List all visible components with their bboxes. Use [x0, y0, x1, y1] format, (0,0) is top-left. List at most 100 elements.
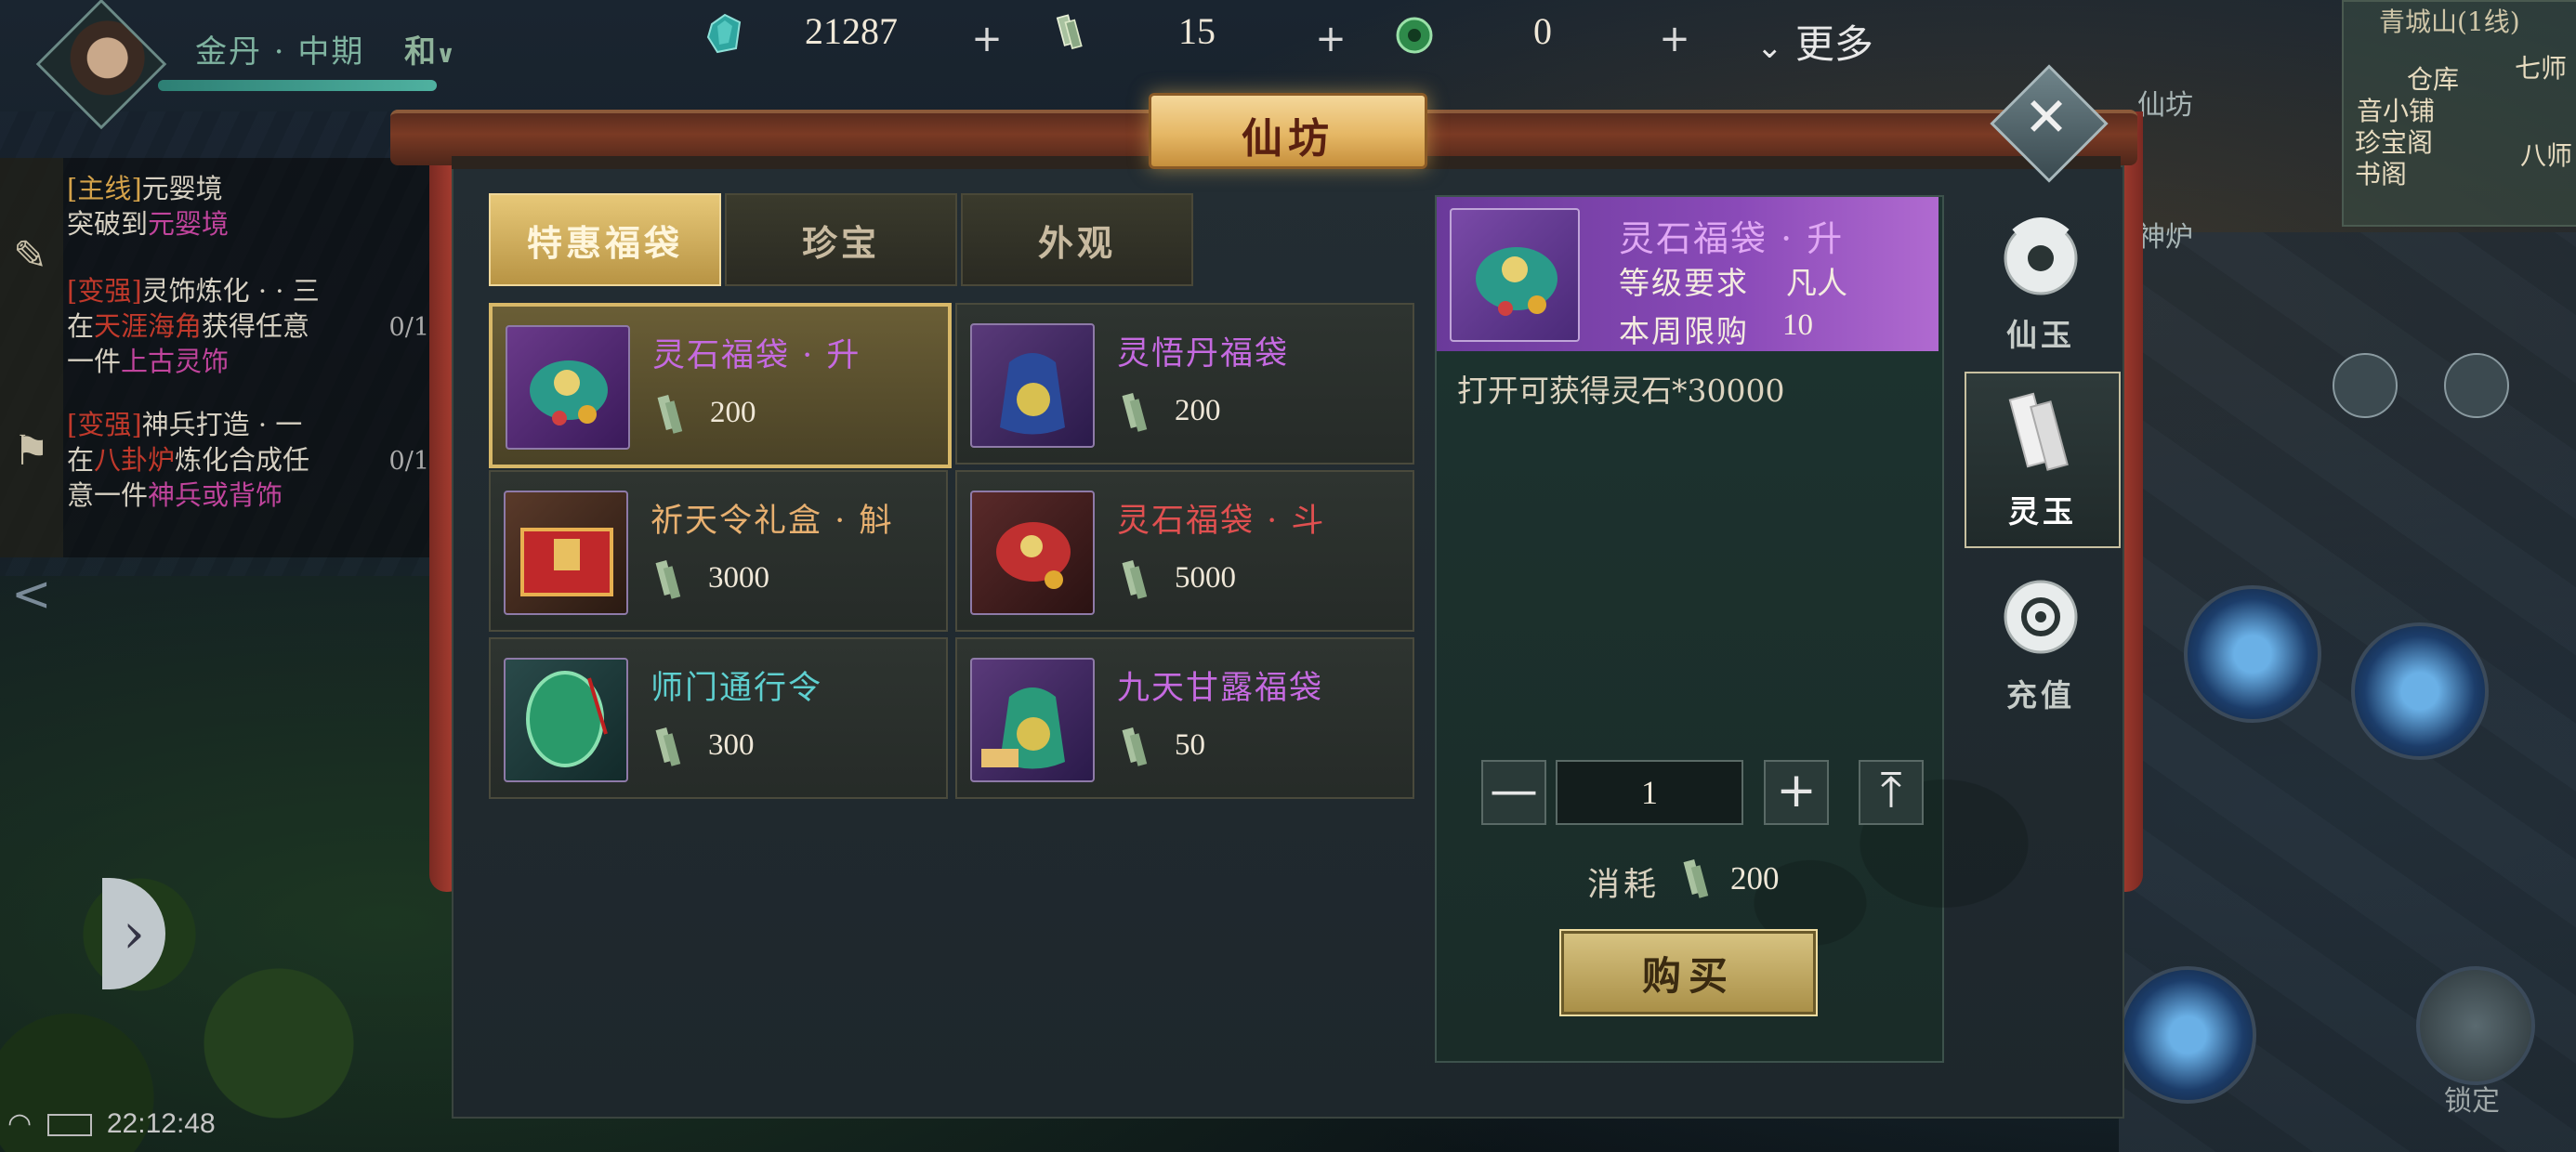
- category-label: 仙玉: [2006, 317, 2075, 353]
- quest-scroll-icon[interactable]: ✎: [13, 232, 47, 280]
- quest-tracker: ✎ ⚑ [主线]元婴境 突破到元婴境 [变强]灵饰炼化 · · 三 在天涯海角获…: [0, 158, 437, 557]
- clock-time: 22:12:48: [106, 1108, 216, 1139]
- skill-button-1[interactable]: [2184, 585, 2321, 723]
- item-price: 5000: [1175, 561, 1236, 595]
- spirit-jade-icon: [655, 560, 681, 599]
- team-flag-icon[interactable]: ⚑: [13, 427, 49, 475]
- spirit-jade-icon: [1056, 14, 1083, 50]
- quest-tab-strip[interactable]: ✎ ⚑: [0, 158, 63, 557]
- buy-button[interactable]: 购买: [1559, 929, 1818, 1016]
- recharge-icon: [2004, 580, 2078, 654]
- spirit-jade-icon: [1122, 727, 1148, 766]
- spirit-jade-icon: [1122, 560, 1148, 599]
- item-price: 300: [708, 728, 755, 762]
- quest-title: 元婴境: [141, 173, 223, 204]
- jade-lucky-bag-icon: [506, 325, 630, 450]
- quantity-plus-button[interactable]: +: [1764, 760, 1829, 825]
- skill-button-2[interactable]: [2351, 622, 2489, 760]
- quest-desc: 获得任意: [202, 310, 310, 342]
- quest-title: 神兵打造 · 一: [141, 409, 303, 440]
- add-jade-ring-button[interactable]: +: [1656, 20, 1693, 58]
- shop-item[interactable]: 灵悟丹福袋 200: [955, 303, 1414, 465]
- category-lingyu[interactable]: 灵玉: [1965, 372, 2121, 548]
- player-realm: 金丹 · 中期: [195, 33, 365, 71]
- spirit-jade-icon: [1683, 859, 1709, 898]
- item-name: 灵石福袋 · 升: [652, 337, 861, 374]
- pk-mode-toggle[interactable]: 和∨: [404, 26, 455, 72]
- quest-tag: [变强]: [67, 275, 142, 307]
- close-icon[interactable]: ✕: [2007, 78, 2085, 156]
- red-lucky-bag-icon: [970, 491, 1095, 615]
- chevron-down-icon: ⌄: [1756, 29, 1783, 66]
- quantity-minus-button[interactable]: —: [1481, 760, 1546, 825]
- lock-target-button[interactable]: [2416, 966, 2535, 1085]
- status-bar: ◠ 22:12:48: [7, 1107, 216, 1140]
- cost-value: 200: [1730, 860, 1780, 897]
- green-lucky-bag-icon: [970, 658, 1095, 782]
- item-price: 200: [710, 396, 756, 429]
- shop-item[interactable]: 灵石福袋 · 斗 5000: [955, 470, 1414, 632]
- minimap-title: 青城山(1线): [2379, 7, 2520, 37]
- quest-weapon[interactable]: [变强]神兵打造 · 一 在八卦炉炼化合成任 意一件神兵或背饰 0/1: [67, 407, 439, 513]
- minimap-label: 八师: [2520, 140, 2573, 171]
- hp-bar-fill: [158, 80, 437, 91]
- item-name: 灵悟丹福袋: [1117, 335, 1290, 373]
- add-spirit-jade-button[interactable]: +: [1312, 20, 1349, 58]
- category-xianyu[interactable]: 仙玉: [1965, 197, 2117, 370]
- lingyu-icon: [2008, 392, 2069, 471]
- shop-item[interactable]: 祈天令礼盒 · 斛 3000: [489, 470, 948, 632]
- item-price: 200: [1175, 394, 1221, 427]
- red-gift-box-icon: [504, 491, 628, 615]
- xianfang-shortcut[interactable]: 仙坊: [2137, 82, 2193, 123]
- weekly-limit-label: 本周限购: [1619, 313, 1749, 349]
- spiral-icon[interactable]: [2444, 353, 2509, 418]
- minimap-label: 书阁: [2355, 159, 2408, 190]
- more-menu-button[interactable]: ⌄ 更多: [1756, 13, 1873, 70]
- jade-token-icon: [504, 658, 628, 782]
- chevron-down-icon: ∨: [436, 41, 456, 69]
- level-requirement-label: 等级要求: [1619, 265, 1749, 301]
- quest-main[interactable]: [主线]元婴境 突破到元婴境: [67, 171, 439, 242]
- pk-mode-label: 和: [404, 33, 436, 71]
- quest-tag: [主线]: [67, 173, 142, 204]
- detail-item-name: 灵石福袋 · 升: [1619, 218, 1845, 259]
- shop-item[interactable]: 九天甘露福袋 50: [955, 637, 1414, 799]
- tab-appearance[interactable]: 外观: [961, 193, 1193, 286]
- item-price: 3000: [708, 561, 769, 595]
- quest-desc: 在: [67, 444, 95, 476]
- shop-title: 仙坊: [1242, 115, 1334, 163]
- jade-lucky-bag-icon: [1450, 208, 1580, 342]
- quest-desc: 在: [67, 310, 95, 342]
- skill-button-3[interactable]: [2119, 966, 2256, 1104]
- spirit-jade-icon: [655, 727, 681, 766]
- weekly-limit-value: 10: [1782, 308, 1813, 342]
- forge-shortcut[interactable]: 神炉: [2137, 214, 2193, 255]
- battery-icon: [46, 1114, 92, 1137]
- quantity-input[interactable]: 1: [1556, 760, 1743, 825]
- tab-special-bags[interactable]: 特惠福袋: [489, 193, 721, 286]
- quantity-max-button[interactable]: ⤒: [1859, 760, 1924, 825]
- item-description: 打开可获得灵石*30000: [1457, 373, 1785, 409]
- spirit-jade-icon: [1122, 393, 1148, 432]
- top-bar: 金丹 · 中期 和∨ 21287 + 15 + 0 + ⌄ 更多: [0, 0, 2576, 130]
- background-foliage: [0, 790, 465, 1152]
- category-recharge[interactable]: 充值: [1965, 557, 2117, 730]
- pouch-icon[interactable]: [2333, 353, 2398, 418]
- item-name: 九天甘露福袋: [1117, 670, 1324, 707]
- collapse-left-arrow-icon[interactable]: <: [11, 567, 52, 622]
- wifi-icon: ◠: [7, 1108, 33, 1139]
- quest-tag: [变强]: [67, 409, 142, 440]
- shop-item[interactable]: 灵石福袋 · 升 200: [489, 303, 952, 468]
- quest-target: 元婴境: [148, 208, 230, 240]
- tab-treasures[interactable]: 珍宝: [725, 193, 957, 286]
- quest-desc: 一件: [67, 346, 122, 377]
- quest-desc: 意一件: [67, 479, 149, 511]
- category-label: 灵玉: [2008, 493, 2077, 530]
- blue-lucky-bag-icon: [970, 323, 1095, 448]
- shop-item[interactable]: 师门通行令 300: [489, 637, 948, 799]
- tab-label: 外观: [1037, 221, 1116, 264]
- add-spirit-crystal-button[interactable]: +: [968, 20, 1005, 58]
- quest-accessory[interactable]: [变强]灵饰炼化 · · 三 在天涯海角获得任意 一件上古灵饰 0/1: [67, 273, 439, 379]
- quest-title: 灵饰炼化 · · 三: [141, 275, 320, 307]
- quest-desc: 炼化合成任: [175, 444, 310, 476]
